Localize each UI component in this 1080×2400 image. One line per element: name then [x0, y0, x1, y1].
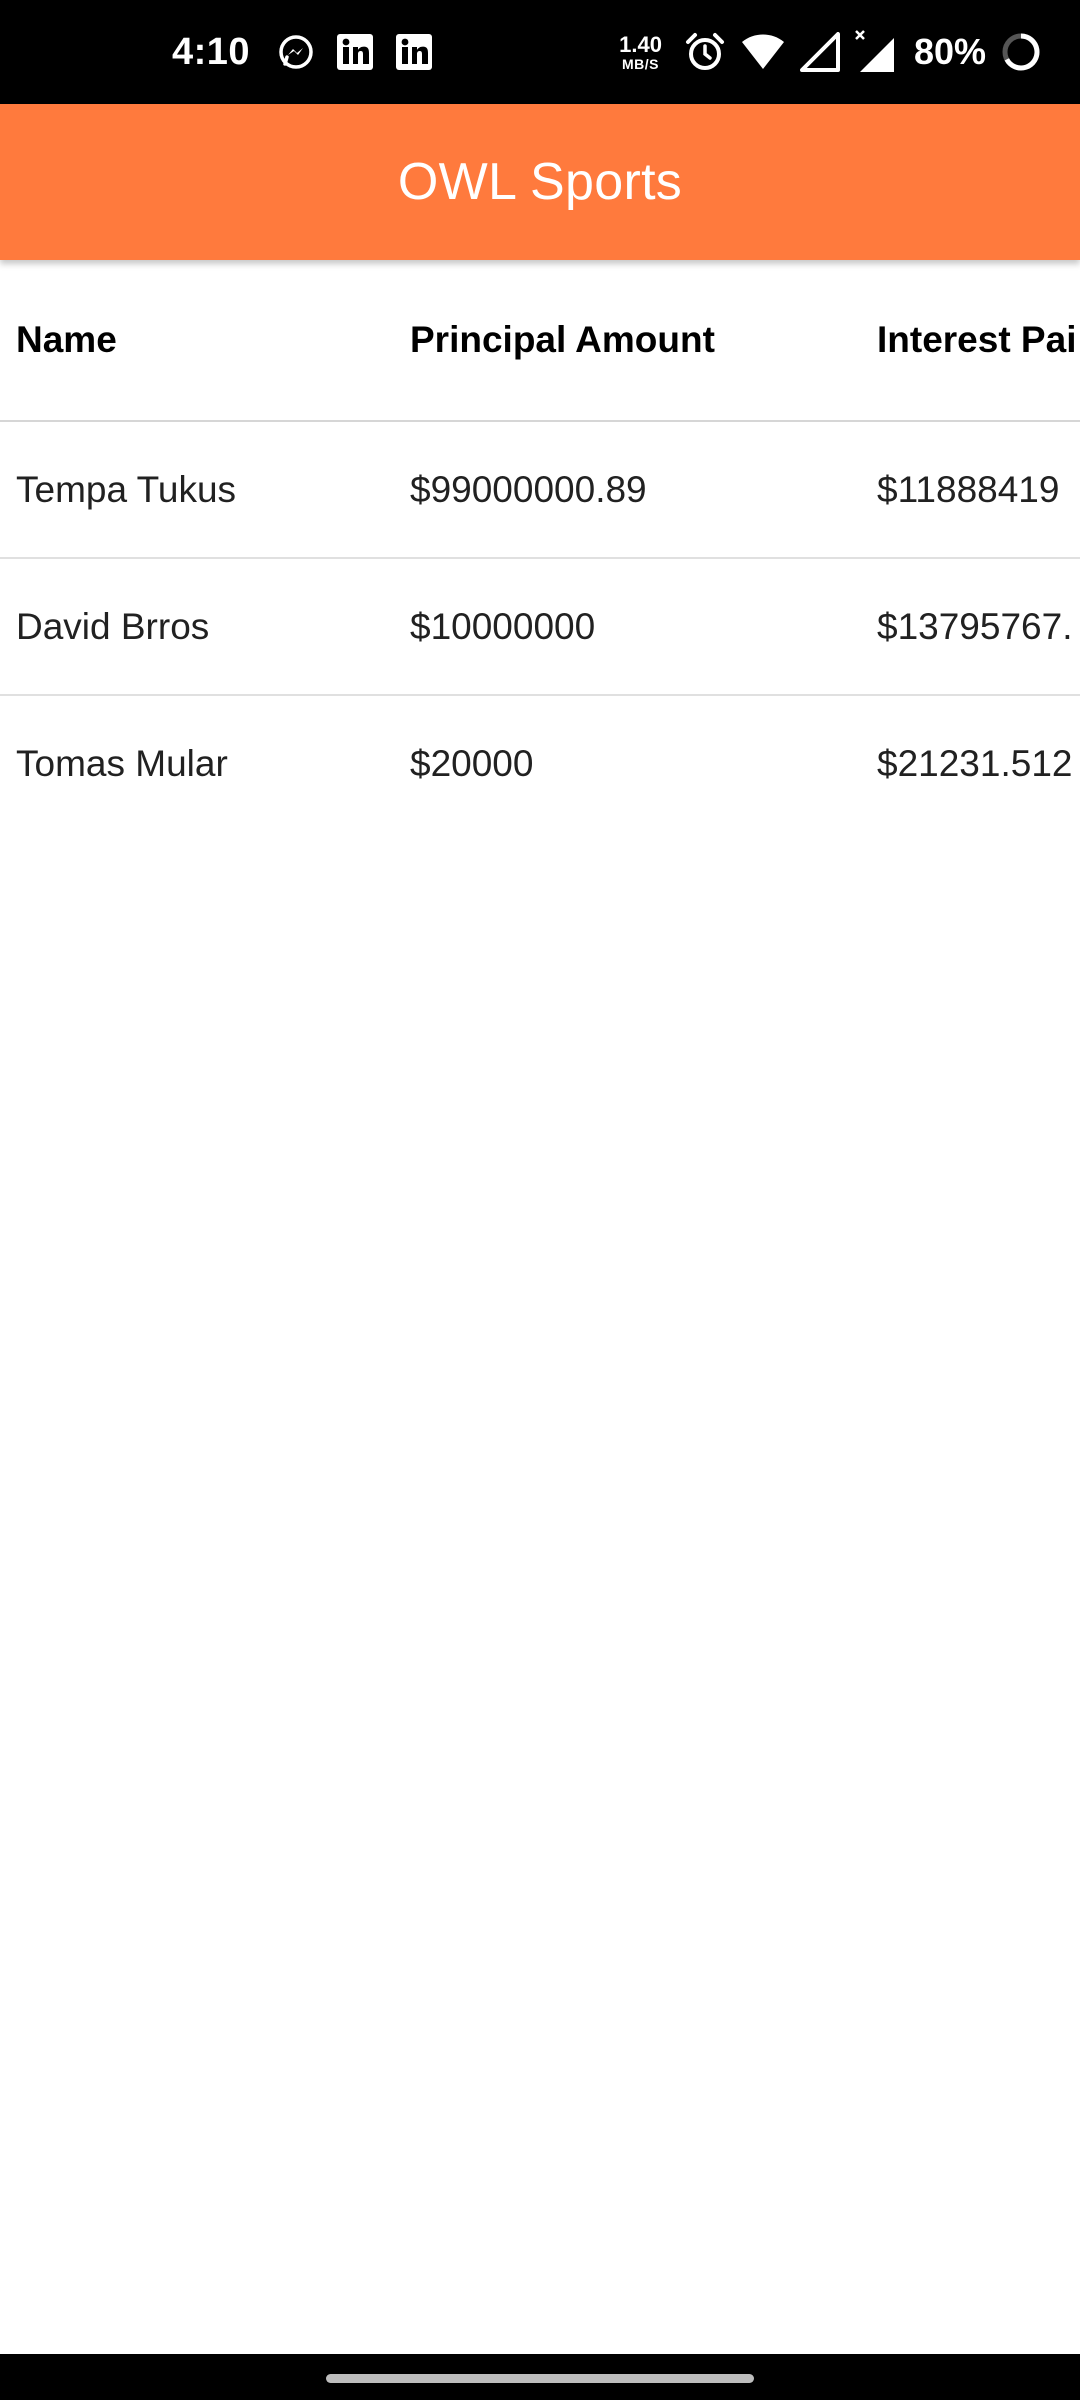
network-speed: 1.40 MB/S	[619, 31, 662, 72]
cell-interest-paid: $13795767.	[877, 605, 1073, 647]
table-row[interactable]: Tomas Mular $20000 $21231.512	[0, 696, 1080, 831]
column-header-principal-amount[interactable]: Principal Amount	[410, 260, 715, 420]
signal-icon	[799, 30, 840, 74]
table-row[interactable]: Tempa Tukus $99000000.89 $11888419	[0, 422, 1080, 559]
battery-percent: 80%	[913, 31, 986, 72]
signal-x-icon	[854, 30, 896, 74]
screen: 4:10 1.40 MB/S 80% OWL Sports Name Princ…	[0, 0, 1080, 2400]
cell-name: Tomas Mular	[16, 742, 228, 784]
cell-name: David Brros	[16, 605, 210, 647]
column-header-interest-paid[interactable]: Interest Pai	[877, 260, 1076, 420]
cell-principal-amount: $99000000.89	[410, 468, 647, 510]
status-time: 4:10	[172, 30, 251, 73]
linkedin-icon	[394, 32, 434, 72]
messenger-icon	[276, 32, 316, 72]
cell-principal-amount: $20000	[410, 742, 534, 784]
network-speed-value: 1.40	[619, 31, 662, 57]
alarm-icon	[684, 30, 726, 74]
app-bar: OWL Sports	[0, 104, 1080, 260]
data-table[interactable]: Name Principal Amount Interest Pai Tempa…	[0, 260, 1080, 831]
cell-name: Tempa Tukus	[16, 468, 237, 510]
status-right: 1.40 MB/S 80%	[619, 0, 1042, 104]
navigation-bar	[0, 2354, 1080, 2400]
table-row[interactable]: David Brros $10000000 $13795767.	[0, 559, 1080, 696]
cell-interest-paid: $21231.512	[877, 742, 1073, 784]
app-title: OWL Sports	[397, 153, 683, 211]
status-bar: 4:10 1.40 MB/S 80%	[0, 0, 1080, 104]
linkedin-icon	[335, 32, 375, 72]
home-indicator[interactable]	[326, 2374, 754, 2383]
cell-interest-paid: $11888419	[877, 468, 1060, 510]
wifi-icon	[740, 30, 786, 74]
cell-principal-amount: $10000000	[410, 605, 596, 647]
table-header-row: Name Principal Amount Interest Pai	[0, 260, 1080, 422]
status-left: 4:10	[172, 0, 453, 104]
network-speed-unit: MB/S	[622, 55, 660, 72]
column-header-name[interactable]: Name	[16, 260, 117, 420]
battery-ring-icon	[1000, 30, 1042, 74]
